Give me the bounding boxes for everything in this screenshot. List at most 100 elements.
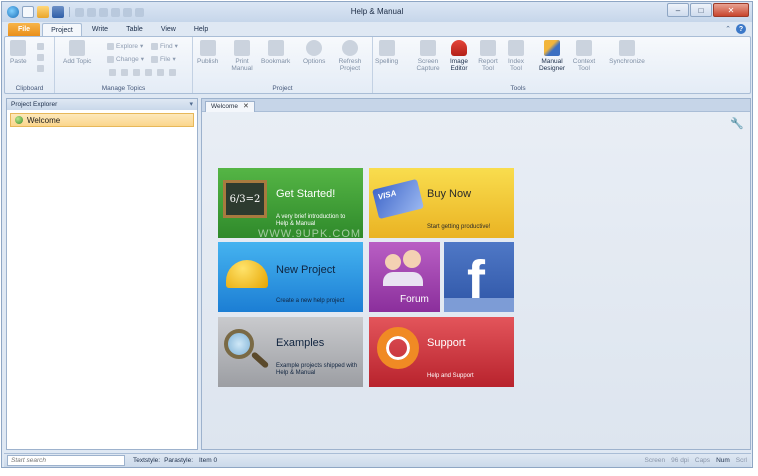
minimize-button[interactable]: – (667, 3, 689, 17)
welcome-content-area: Welcome ✕ 🔧 6/3=2 Get Started! A very br… (201, 98, 751, 450)
move-down-icon[interactable] (145, 69, 152, 76)
open-folder-icon[interactable] (37, 6, 49, 18)
add-topic-button[interactable]: Add Topic (63, 40, 91, 65)
examples-tile[interactable]: Examples Example projects shipped with H… (218, 317, 363, 387)
paste-icon (10, 40, 27, 56)
screen-capture-icon (420, 40, 436, 56)
pin-icon[interactable]: ▾ (189, 99, 193, 110)
get-started-title: Get Started! (276, 188, 336, 200)
buy-now-tile[interactable]: VISA Buy Now Start getting productive! (369, 168, 514, 238)
tree-item-label: Welcome (27, 115, 61, 125)
spelling-button[interactable]: Spelling (375, 40, 398, 65)
new-project-subtitle: Create a new help project (276, 298, 345, 304)
image-editor-button[interactable]: Image Editor (447, 40, 471, 72)
topic-arrow-row (109, 69, 176, 76)
close-button[interactable]: ✕ (713, 3, 749, 17)
context-tool-button[interactable]: Context Tool (571, 40, 597, 72)
tab-welcome[interactable]: Welcome ✕ (205, 101, 255, 112)
project-explorer-panel: Project Explorer ▾ Welcome (6, 98, 198, 450)
file-button[interactable]: File ▾ (151, 55, 176, 63)
get-started-subtitle: A very brief introduction to Help & Manu… (276, 214, 346, 227)
change-icon (107, 55, 114, 63)
tab-write[interactable]: Write (84, 23, 116, 37)
refresh-icon (342, 40, 358, 56)
synchronize-button[interactable]: Synchronize (605, 40, 649, 65)
facebook-tile[interactable]: f (444, 242, 514, 312)
app-logo-icon[interactable] (7, 6, 19, 18)
title-bar: Help & Manual – □ ✕ (2, 2, 752, 22)
project-explorer-header: Project Explorer ▾ (7, 99, 197, 110)
image-editor-icon (451, 40, 467, 56)
tools-group: Spelling Screen Capture Image Editor Rep… (373, 37, 663, 93)
search-input[interactable] (7, 455, 125, 466)
ribbon-right-controls: ⌃ ? (725, 24, 746, 34)
screen-capture-button[interactable]: Screen Capture (413, 40, 443, 72)
qat-customize-icon[interactable] (135, 7, 144, 17)
tab-table[interactable]: Table (118, 23, 151, 37)
paste-icon[interactable] (123, 7, 132, 17)
ribbon-minimize-icon[interactable]: ⌃ (725, 25, 731, 33)
index-tool-button[interactable]: Index Tool (505, 40, 527, 72)
item-count: Item 0 (199, 457, 218, 464)
tree-item-welcome[interactable]: Welcome (10, 113, 194, 127)
publish-label: Publish (197, 58, 219, 65)
format-painter-icon[interactable] (37, 65, 44, 72)
hard-hat-icon (226, 260, 268, 288)
copy-icon[interactable] (37, 54, 44, 61)
status-indicators: Screen 96 dpi Caps Num Scrl (645, 457, 747, 464)
cut-icon[interactable] (37, 43, 44, 50)
paste-button[interactable]: Paste (10, 40, 27, 65)
image-editor-label: Image Editor (449, 58, 469, 72)
move-left-icon[interactable] (109, 69, 116, 76)
options-button[interactable]: Options (303, 40, 325, 65)
help-icon[interactable]: ? (736, 24, 746, 34)
collapse-icon[interactable] (169, 69, 176, 76)
new-file-icon[interactable] (22, 6, 34, 18)
copy-icon[interactable] (111, 7, 120, 17)
save-icon[interactable] (52, 6, 64, 18)
cut-icon[interactable] (99, 7, 108, 17)
caps-indicator: Caps (694, 457, 711, 464)
new-project-title: New Project (276, 264, 336, 276)
topic-globe-icon (15, 116, 23, 124)
manual-designer-button[interactable]: Manual Designer (537, 40, 567, 72)
textstyle-label: Textstyle: (133, 457, 161, 464)
move-right-icon[interactable] (121, 69, 128, 76)
new-project-tile[interactable]: New Project Create a new help project (218, 242, 363, 312)
bookmark-button[interactable]: Bookmark (261, 40, 290, 65)
support-title: Support (427, 337, 466, 349)
publish-button[interactable]: Publish (197, 40, 218, 65)
people-icon (383, 248, 427, 290)
tab-file[interactable]: File (8, 23, 41, 37)
tab-help[interactable]: Help (186, 23, 216, 37)
project-explorer-title: Project Explorer (11, 101, 58, 108)
print-manual-button[interactable]: Print Manual (229, 40, 255, 72)
support-tile[interactable]: Support Help and Support (369, 317, 514, 387)
tab-view[interactable]: View (153, 23, 184, 37)
wrench-icon[interactable]: 🔧 (730, 117, 744, 130)
tab-project[interactable]: Project (42, 23, 82, 37)
move-up-icon[interactable] (133, 69, 140, 76)
change-button[interactable]: Change ▾ (107, 55, 144, 63)
find-button[interactable]: Find ▾ (151, 42, 178, 50)
refresh-project-button[interactable]: Refresh Project (335, 40, 365, 72)
scrl-indicator: Scrl (735, 457, 747, 464)
change-label: Change (116, 55, 139, 63)
file-icon (151, 55, 158, 63)
maximize-button[interactable]: □ (690, 3, 712, 17)
get-started-tile[interactable]: 6/3=2 Get Started! A very brief introduc… (218, 168, 363, 238)
examples-title: Examples (276, 337, 325, 349)
index-tool-icon (508, 40, 524, 56)
synchronize-icon (619, 40, 635, 56)
report-tool-icon (480, 40, 496, 56)
forum-tile[interactable]: Forum (369, 242, 440, 312)
redo-icon[interactable] (87, 7, 96, 17)
sort-icon[interactable] (157, 69, 164, 76)
explore-button[interactable]: Explore ▾ (107, 42, 143, 50)
find-icon (151, 42, 158, 50)
report-tool-button[interactable]: Report Tool (477, 40, 499, 72)
close-tab-icon[interactable]: ✕ (243, 102, 249, 112)
document-tab-strip: Welcome ✕ (202, 99, 750, 112)
clipboard-small-tools (37, 43, 44, 72)
undo-icon[interactable] (75, 7, 84, 17)
